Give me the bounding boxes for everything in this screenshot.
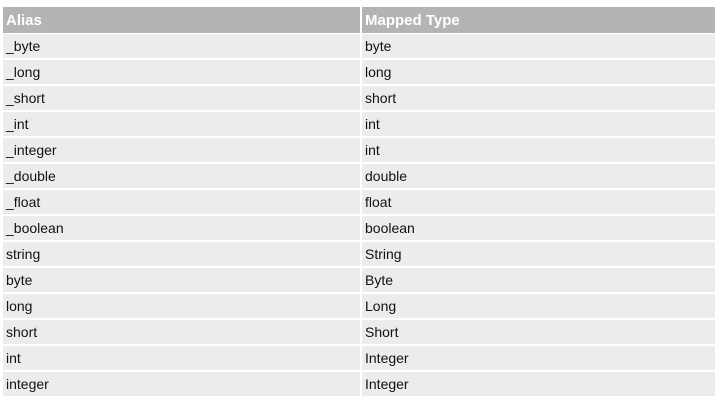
table-row: _double double [3,164,715,190]
cell-alias: short [3,320,360,346]
cell-alias: _byte [3,34,360,60]
cell-alias: integer [3,372,360,398]
table-row: _integer int [3,138,715,164]
header-alias: Alias [3,7,360,34]
table-row: short Short [3,320,715,346]
table-row: long Long [3,294,715,320]
cell-alias: _double [3,164,360,190]
cell-mapped-type: Integer [360,346,715,372]
table-row: _float float [3,190,715,216]
cell-alias: _long [3,60,360,86]
cell-alias: _int [3,112,360,138]
table-body: _byte byte _long long _short short _int … [3,34,715,398]
cell-alias: long [3,294,360,320]
table-row: _int int [3,112,715,138]
table-row: int Integer [3,346,715,372]
cell-alias: _float [3,190,360,216]
cell-mapped-type: long [360,60,715,86]
cell-mapped-type: boolean [360,216,715,242]
cell-alias: _short [3,86,360,112]
table-row: _long long [3,60,715,86]
cell-mapped-type: int [360,138,715,164]
cell-mapped-type: double [360,164,715,190]
header-row: Alias Mapped Type [3,7,715,34]
table-row: string String [3,242,715,268]
table-row: _short short [3,86,715,112]
alias-mapping-table: Alias Mapped Type _byte byte _long long … [3,7,715,398]
cell-mapped-type: float [360,190,715,216]
cell-alias: byte [3,268,360,294]
cell-alias: string [3,242,360,268]
table-row: byte Byte [3,268,715,294]
cell-mapped-type: String [360,242,715,268]
header-mapped-type: Mapped Type [360,7,715,34]
cell-mapped-type: Integer [360,372,715,398]
cell-mapped-type: short [360,86,715,112]
cell-mapped-type: Byte [360,268,715,294]
table-row: _boolean boolean [3,216,715,242]
table-header: Alias Mapped Type [3,7,715,34]
alias-table-container: Alias Mapped Type _byte byte _long long … [3,7,715,398]
table-row: _byte byte [3,34,715,60]
cell-mapped-type: Short [360,320,715,346]
cell-mapped-type: byte [360,34,715,60]
cell-mapped-type: int [360,112,715,138]
table-row: integer Integer [3,372,715,398]
cell-mapped-type: Long [360,294,715,320]
cell-alias: _integer [3,138,360,164]
cell-alias: int [3,346,360,372]
cell-alias: _boolean [3,216,360,242]
